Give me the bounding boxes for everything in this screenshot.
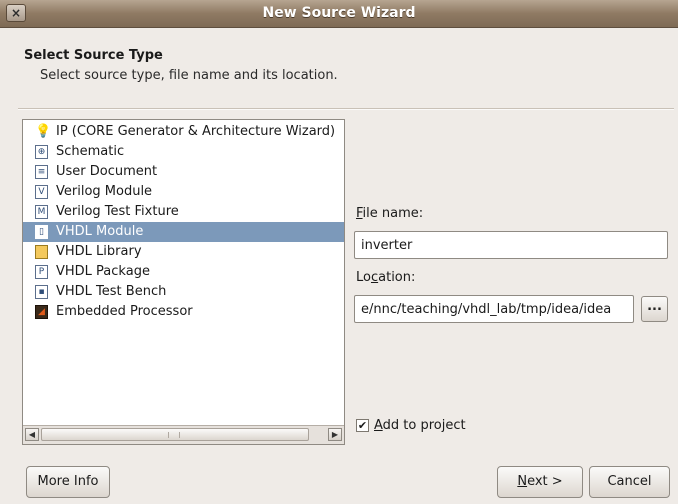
- add-to-project-text: dd to project: [382, 418, 466, 433]
- source-type-label: Embedded Processor: [56, 304, 193, 319]
- location-label-end: ation:: [378, 270, 416, 285]
- source-type-label: Verilog Test Fixture: [56, 204, 179, 219]
- verilog-module-icon: V: [35, 185, 48, 199]
- source-type-label: Verilog Module: [56, 184, 153, 199]
- title-bar: × New Source Wizard: [0, 0, 678, 28]
- source-type-label: VHDL Package: [56, 264, 150, 279]
- add-to-project-label[interactable]: Add to project: [374, 418, 466, 433]
- horizontal-scrollbar[interactable]: ◀ ▶: [23, 425, 344, 444]
- vhdl-module-icon: ▯: [35, 225, 48, 239]
- source-type-label: VHDL Module: [56, 224, 144, 239]
- file-name-label-text: ile name:: [362, 206, 424, 221]
- lightbulb-icon: 💡: [35, 124, 52, 139]
- vhdl-test-bench-icon: ▪: [35, 285, 48, 299]
- source-type-item[interactable]: ⊕ Schematic: [23, 142, 344, 162]
- verilog-test-fixture-icon: M: [35, 205, 48, 219]
- source-type-label: User Document: [56, 164, 158, 179]
- source-type-item[interactable]: VHDL Library: [23, 242, 344, 262]
- vhdl-library-icon: [35, 245, 48, 259]
- header-separator: [18, 108, 674, 110]
- file-name-input[interactable]: [354, 231, 668, 259]
- source-type-item[interactable]: ▯ VHDL Module: [23, 222, 344, 242]
- source-type-items: 💡 IP (CORE Generator & Architecture Wizar…: [23, 122, 344, 322]
- source-type-label: Schematic: [56, 144, 125, 159]
- source-type-item[interactable]: ▪ VHDL Test Bench: [23, 282, 344, 302]
- page-subtitle: Select source type, file name and its lo…: [40, 68, 338, 83]
- source-type-item[interactable]: V Verilog Module: [23, 182, 344, 202]
- schematic-icon: ⊕: [35, 145, 48, 159]
- scroll-right-arrow-icon[interactable]: ▶: [328, 428, 342, 441]
- cancel-button[interactable]: Cancel: [589, 466, 670, 498]
- checkbox-icon[interactable]: ✔: [356, 419, 369, 432]
- source-type-label: VHDL Library: [56, 244, 142, 259]
- wizard-header: Select Source Type Select source type, f…: [0, 28, 678, 110]
- next-mnemonic: N: [517, 474, 528, 489]
- add-to-project-mnemonic: A: [374, 418, 383, 433]
- scrollbar-thumb[interactable]: [41, 428, 309, 441]
- scrollbar-grip: [168, 432, 180, 438]
- source-type-label: VHDL Test Bench: [56, 284, 167, 299]
- vhdl-package-icon: P: [35, 265, 48, 279]
- scroll-left-arrow-icon[interactable]: ◀: [25, 428, 39, 441]
- next-button[interactable]: Next >: [497, 466, 583, 498]
- document-icon: ≡: [35, 165, 48, 179]
- more-info-button[interactable]: More Info: [26, 466, 110, 498]
- location-label-start: Lo: [356, 270, 371, 285]
- source-type-item[interactable]: ≡ User Document: [23, 162, 344, 182]
- next-button-text: ext >: [527, 474, 563, 489]
- source-type-item[interactable]: 💡 IP (CORE Generator & Architecture Wizar…: [23, 122, 344, 142]
- file-name-label: File name:: [356, 206, 423, 221]
- browse-button[interactable]: ...: [641, 296, 668, 322]
- source-type-item[interactable]: ◢ Embedded Processor: [23, 302, 344, 322]
- window-title: New Source Wizard: [262, 5, 416, 21]
- page-title: Select Source Type: [24, 48, 163, 63]
- embedded-processor-icon: ◢: [35, 305, 48, 319]
- source-type-list[interactable]: 💡 IP (CORE Generator & Architecture Wizar…: [22, 119, 345, 445]
- source-type-label: IP (CORE Generator & Architecture Wizard…: [56, 124, 336, 139]
- location-label: Location:: [356, 270, 415, 285]
- location-input[interactable]: [354, 295, 634, 323]
- source-type-item[interactable]: M Verilog Test Fixture: [23, 202, 344, 222]
- source-type-item[interactable]: P VHDL Package: [23, 262, 344, 282]
